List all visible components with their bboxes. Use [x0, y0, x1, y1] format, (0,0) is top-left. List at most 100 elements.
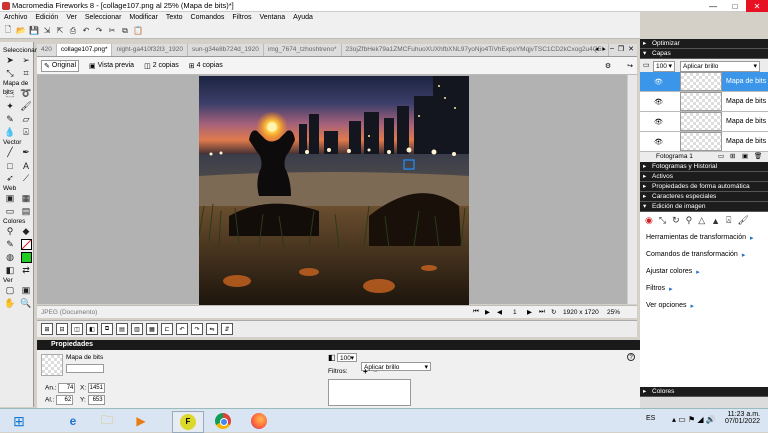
zoom-tool-icon[interactable]: 🔍 [20, 298, 32, 309]
show-slices-icon[interactable]: ▤ [20, 206, 32, 217]
stamp-icon[interactable]: ⍓ [726, 215, 731, 226]
panel-colors[interactable]: Colores [640, 387, 768, 397]
tab-img7674[interactable]: img_7674_tzhoshtreno* [264, 44, 342, 56]
doc-minimize-icon[interactable]: – [610, 45, 614, 53]
last-frame-icon[interactable]: ⏭ [539, 308, 545, 316]
opacity-dropdown[interactable]: 100 [337, 353, 357, 363]
add-filter-button[interactable]: + [363, 367, 368, 376]
help-icon[interactable]: ? [627, 353, 635, 361]
ie-icon[interactable]: e [58, 411, 88, 431]
bring-forward-icon[interactable]: ▤ [116, 323, 128, 335]
menu-window[interactable]: Ventana [259, 14, 285, 21]
new-bitmap-icon[interactable]: ▣ [742, 152, 748, 160]
delete-layer-icon[interactable]: 🗑 [754, 152, 762, 160]
align-left-icon[interactable]: ⊏ [161, 323, 173, 335]
freeform-tool-icon[interactable]: ➶ [4, 173, 16, 184]
loop-icon[interactable]: ↻ [551, 308, 556, 316]
blur-tool-icon[interactable]: 💧 [4, 127, 16, 138]
tray-icons[interactable]: ▴ ▭ ⚑ ◢ 🔊 [672, 415, 716, 424]
new-file-icon[interactable]: 🗋 [3, 25, 13, 36]
menu-modify[interactable]: Modificar [129, 14, 157, 21]
sharpen-icon[interactable]: △ [698, 215, 705, 226]
play-icon[interactable]: ▶ [485, 308, 490, 316]
bring-front-icon[interactable]: ⧉ [101, 323, 113, 335]
menu-text[interactable]: Texto [166, 14, 183, 21]
hand-tool-icon[interactable]: ✋ [4, 298, 16, 309]
hide-slices-icon[interactable]: ▭ [4, 206, 16, 217]
link-adjust-colors[interactable]: Ajustar colores ▸ [640, 263, 768, 280]
canvas-vertical-scrollbar[interactable] [627, 75, 637, 304]
x-field[interactable]: 1451 [87, 383, 105, 393]
doc-close-icon[interactable]: ✕ [628, 45, 634, 53]
new-sublayer-icon[interactable]: ▭ [718, 152, 724, 160]
pencil-tool-icon[interactable]: ✎ [4, 114, 16, 125]
language-indicator[interactable]: ES [646, 415, 655, 422]
zoom-level[interactable]: 25% [607, 309, 620, 316]
link-filters[interactable]: Filtros ▸ [640, 280, 768, 297]
menu-file[interactable]: Archivo [4, 14, 27, 21]
default-colors-icon[interactable]: ◧ [4, 265, 16, 276]
lasso-tool-icon[interactable]: ➰ [20, 88, 32, 99]
line-tool-icon[interactable]: ╱ [4, 147, 16, 158]
undo-icon[interactable]: ↶ [81, 26, 91, 36]
canvas-image[interactable] [199, 76, 469, 306]
hotspot-tool-icon[interactable]: ▣ [4, 193, 16, 204]
panel-special-chars[interactable]: Caracteres especiales [640, 192, 768, 202]
fill-color-icon[interactable]: ◍ [4, 252, 16, 263]
rotate-cw-icon[interactable]: ↷ [191, 323, 203, 335]
pen-tool-icon[interactable]: ✒ [20, 147, 32, 158]
subselect-tool-icon[interactable]: ➢ [20, 55, 32, 66]
properties-header[interactable]: Propiedades [37, 340, 640, 350]
chrome-icon[interactable] [208, 411, 238, 431]
send-backward-icon[interactable]: ▥ [131, 323, 143, 335]
fireworks-taskbar-icon[interactable]: F [172, 411, 204, 433]
open-icon[interactable]: 📂 [16, 26, 26, 36]
pointer-tool-icon[interactable]: ➤ [4, 55, 16, 66]
close-button[interactable]: ✕ [746, 0, 768, 12]
magic-wand-icon[interactable]: ✦ [4, 101, 16, 112]
tab-long-name[interactable]: 23ojZfbHek79a1ZMCFuhuoXUXhfbXNL97yoNjo4T… [342, 44, 609, 56]
standard-screen-icon[interactable]: ▢ [4, 285, 16, 296]
paste-icon[interactable]: 📋 [133, 26, 143, 36]
panel-image-editing[interactable]: Edición de imagen [640, 202, 768, 212]
firefox-icon[interactable] [244, 411, 274, 431]
eraser-tool-icon[interactable]: ▱ [20, 114, 32, 125]
swap-colors-icon[interactable]: ⇄ [20, 265, 32, 276]
tab-collage107[interactable]: collage107.png* [56, 44, 113, 56]
export-icon[interactable]: ⇱ [55, 26, 65, 36]
ungroup-icon[interactable]: ⊟ [56, 323, 68, 335]
full-screen-menu-icon[interactable]: ▣ [20, 285, 32, 296]
cut-icon[interactable]: ✂ [107, 26, 117, 36]
page-settings-icon[interactable]: ⚙ [605, 62, 611, 70]
layer-blend-dropdown[interactable]: Aplicar brillo [680, 61, 760, 72]
maximize-button[interactable]: □ [724, 0, 746, 12]
doc-restore-icon[interactable]: ❐ [618, 45, 624, 53]
media-player-icon[interactable]: ▶ [126, 411, 156, 431]
red-eye-icon[interactable]: ◉ [645, 215, 653, 226]
slice-tool-icon[interactable]: ▦ [20, 193, 32, 204]
tabs-scroll-right-icon[interactable]: ▸ [602, 45, 606, 53]
panel-optimize[interactable]: Optimizar [640, 39, 768, 49]
flip-horizontal-icon[interactable]: ⇋ [206, 323, 218, 335]
flip-vertical-icon[interactable]: ⇵ [221, 323, 233, 335]
view-original-button[interactable]: ✎ Original [41, 59, 79, 72]
stroke-color-icon[interactable]: ✎ [4, 239, 16, 250]
panel-assets[interactable]: Activos [640, 172, 768, 182]
fill-swatch[interactable] [20, 252, 32, 263]
layer-row[interactable]: 👁 Mapa de bits [640, 112, 768, 132]
rectangle-tool-icon[interactable]: □ [4, 160, 16, 171]
menu-filters[interactable]: Filtros [232, 14, 251, 21]
view-4up-button[interactable]: ⊞ 4 copias [189, 62, 223, 70]
view-2up-button[interactable]: ◫ 2 copias [144, 62, 179, 70]
quick-export-icon[interactable]: ↪ [627, 62, 633, 70]
width-field[interactable]: 74 [58, 383, 76, 393]
view-preview-button[interactable]: ▣ Vista previa [89, 62, 134, 70]
tabs-scroll-left-icon[interactable]: ◂ [595, 45, 599, 53]
layer-row[interactable]: 👁 Mapa de bits [640, 72, 768, 92]
text-tool-icon[interactable]: A [20, 160, 32, 171]
link-transform-commands[interactable]: Comandos de transformación ▸ [640, 246, 768, 263]
height-field[interactable]: 62 [56, 395, 74, 405]
y-field[interactable]: 653 [87, 395, 105, 405]
rotate-icon[interactable]: ↻ [672, 215, 680, 226]
knife-tool-icon[interactable]: ⟋ [20, 173, 32, 184]
